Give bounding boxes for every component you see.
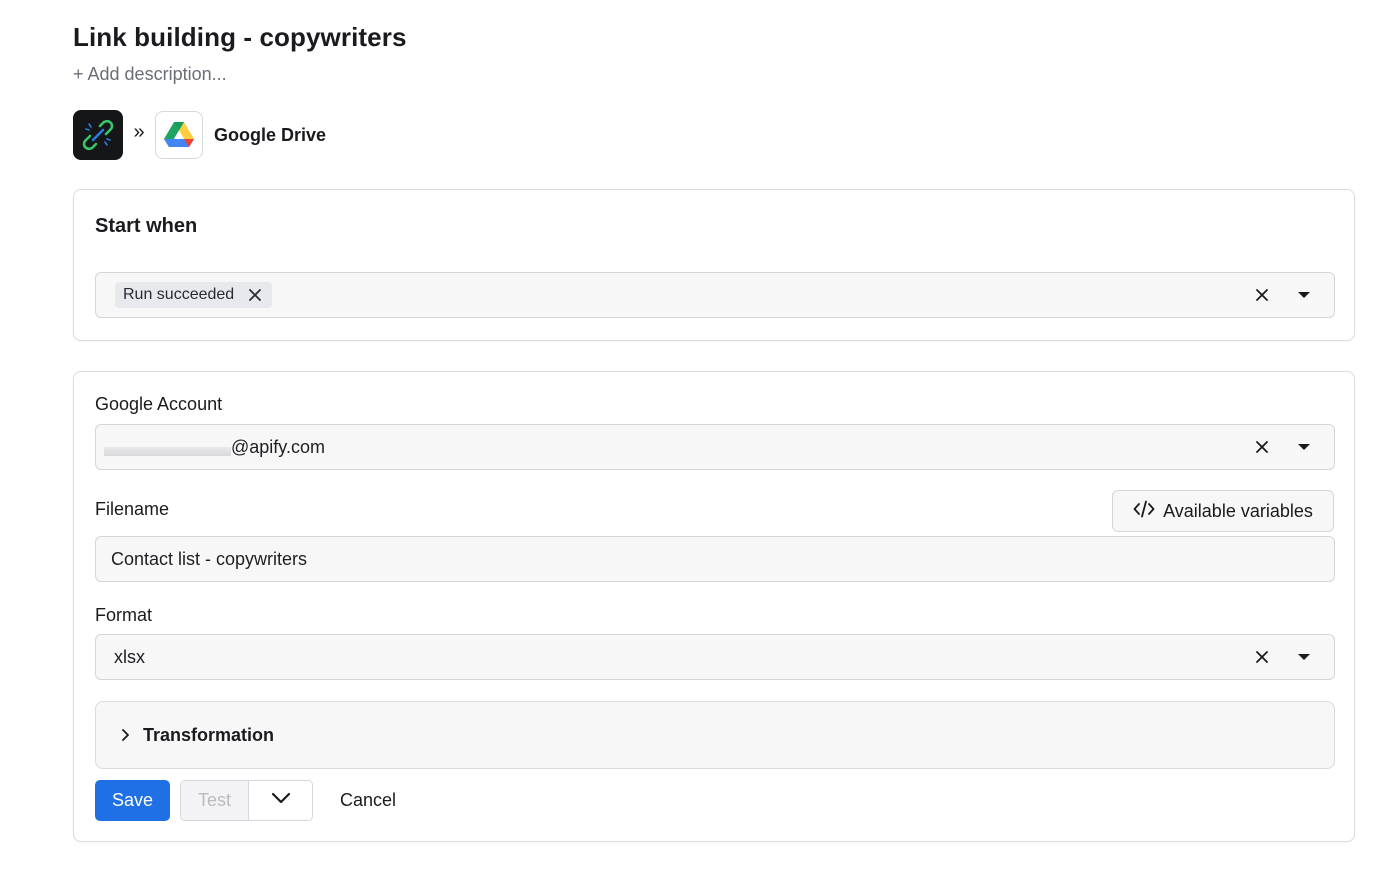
- dropdown-caret-icon[interactable]: [1294, 647, 1314, 667]
- format-select[interactable]: xlsx: [95, 634, 1335, 680]
- start-when-heading: Start when: [95, 215, 198, 237]
- save-button[interactable]: Save: [95, 779, 170, 821]
- clear-icon[interactable]: [1252, 285, 1272, 305]
- double-chevron-right-icon: »: [133, 120, 145, 143]
- integration-settings-card: Google Account @apify.com Filename Avail…: [73, 371, 1355, 842]
- add-description-link[interactable]: + Add description...: [73, 64, 227, 85]
- clear-icon[interactable]: [1252, 647, 1272, 667]
- google-account-value: @apify.com: [231, 436, 325, 457]
- google-account-label: Google Account: [95, 394, 223, 414]
- cancel-button[interactable]: Cancel: [340, 790, 396, 811]
- clear-icon[interactable]: [1252, 437, 1272, 457]
- google-account-select[interactable]: @apify.com: [95, 424, 1335, 470]
- link-chain-icon: [73, 110, 123, 160]
- test-button-group: Test: [180, 779, 313, 821]
- format-value: xlsx: [114, 646, 145, 667]
- transformation-expander[interactable]: Transformation: [95, 701, 1335, 769]
- start-when-card: Start when Run succeeded: [73, 189, 1355, 341]
- integration-editor-page: Link building - copywriters + Add descri…: [0, 0, 1400, 887]
- tag-label: Run succeeded: [123, 286, 235, 303]
- format-label: Format: [95, 605, 153, 625]
- chevron-right-icon: [120, 728, 134, 742]
- filename-input[interactable]: Contact list - copywriters: [95, 536, 1335, 582]
- google-drive-icon: [155, 111, 203, 159]
- target-app-name: Google Drive: [214, 124, 327, 145]
- dropdown-caret-icon[interactable]: [1294, 285, 1314, 305]
- run-succeeded-tag: Run succeeded: [115, 282, 273, 308]
- available-variables-button[interactable]: Available variables: [1112, 490, 1334, 532]
- transformation-label: Transformation: [143, 724, 275, 745]
- integration-path: » Google Drive: [73, 110, 326, 160]
- available-variables-label: Available variables: [1163, 500, 1313, 521]
- chevron-down-icon: [271, 791, 291, 809]
- code-icon: [1133, 500, 1155, 523]
- remove-tag-icon[interactable]: [246, 286, 264, 304]
- start-when-select[interactable]: Run succeeded: [95, 272, 1335, 318]
- filename-label: Filename: [95, 499, 170, 519]
- action-buttons: Save Test Cancel: [95, 779, 396, 821]
- dropdown-caret-icon[interactable]: [1294, 437, 1314, 457]
- page-title: Link building - copywriters: [73, 22, 407, 52]
- test-button[interactable]: Test: [181, 780, 249, 820]
- redacted-email-prefix: [104, 437, 231, 457]
- test-options-button[interactable]: [249, 780, 312, 820]
